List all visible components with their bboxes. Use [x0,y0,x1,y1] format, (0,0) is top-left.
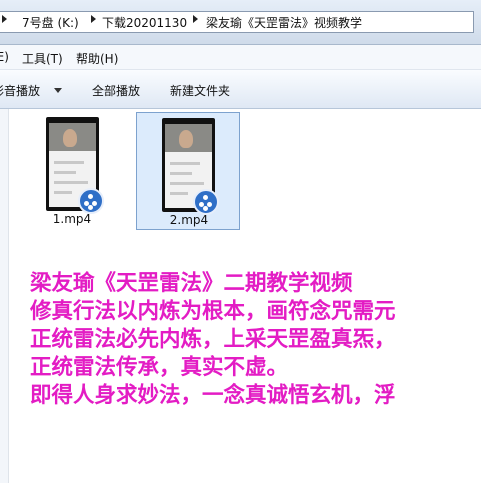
breadcrumb-item-download[interactable]: 下载20201130 [102,14,187,31]
address-bar-region: 7号盘 (K:) 下载20201130 梁友瑜《天罡雷法》视频教学 [0,0,481,45]
file-name: 1.mp4 [52,212,92,226]
breadcrumb-arrow-icon[interactable] [193,15,198,23]
caption-line-2: 修真行法以内炼为根本，画符念咒需元 [30,299,396,324]
media-player-icon [193,189,219,215]
command-toolbar: 影音播放 全部播放 新建文件夹 [0,70,481,109]
navigation-pane-edge [0,109,9,483]
media-play-button[interactable]: 影音播放 [0,82,40,99]
chevron-down-icon[interactable] [54,88,62,93]
breadcrumb-arrow-icon[interactable] [2,15,7,23]
caption-line-3: 正统雷法必先内炼，上采天罡盈真炁， [30,327,396,352]
caption-line-1: 梁友瑜《天罡雷法》二期教学视频 [30,271,353,296]
breadcrumb-arrow-icon[interactable] [91,15,96,23]
file-name: 2.mp4 [169,213,209,227]
menu-edit[interactable]: (E) [0,50,9,64]
menu-tools[interactable]: 工具(T) [22,50,63,67]
media-player-icon [78,188,104,214]
file-item-1[interactable]: 1.mp4 [20,112,124,230]
breadcrumb-item-drive[interactable]: 7号盘 (K:) [22,14,79,31]
caption-line-5: 即得人身求妙法，一念真诚悟玄机，浮 [30,383,396,408]
play-all-button[interactable]: 全部播放 [92,82,140,99]
overlay-caption: 梁友瑜《天罡雷法》二期教学视频 修真行法以内炼为根本，画符念咒需元 正统雷法必先… [30,270,481,410]
caption-line-4: 正统雷法传承，真实不虚。 [30,355,289,380]
menu-help[interactable]: 帮助(H) [76,50,118,67]
new-folder-button[interactable]: 新建文件夹 [170,82,230,99]
menu-bar: (E) 工具(T) 帮助(H) [0,45,481,70]
file-item-2[interactable]: 2.mp4 [136,112,240,230]
breadcrumb-item-current-folder[interactable]: 梁友瑜《天罡雷法》视频教学 [206,14,362,31]
